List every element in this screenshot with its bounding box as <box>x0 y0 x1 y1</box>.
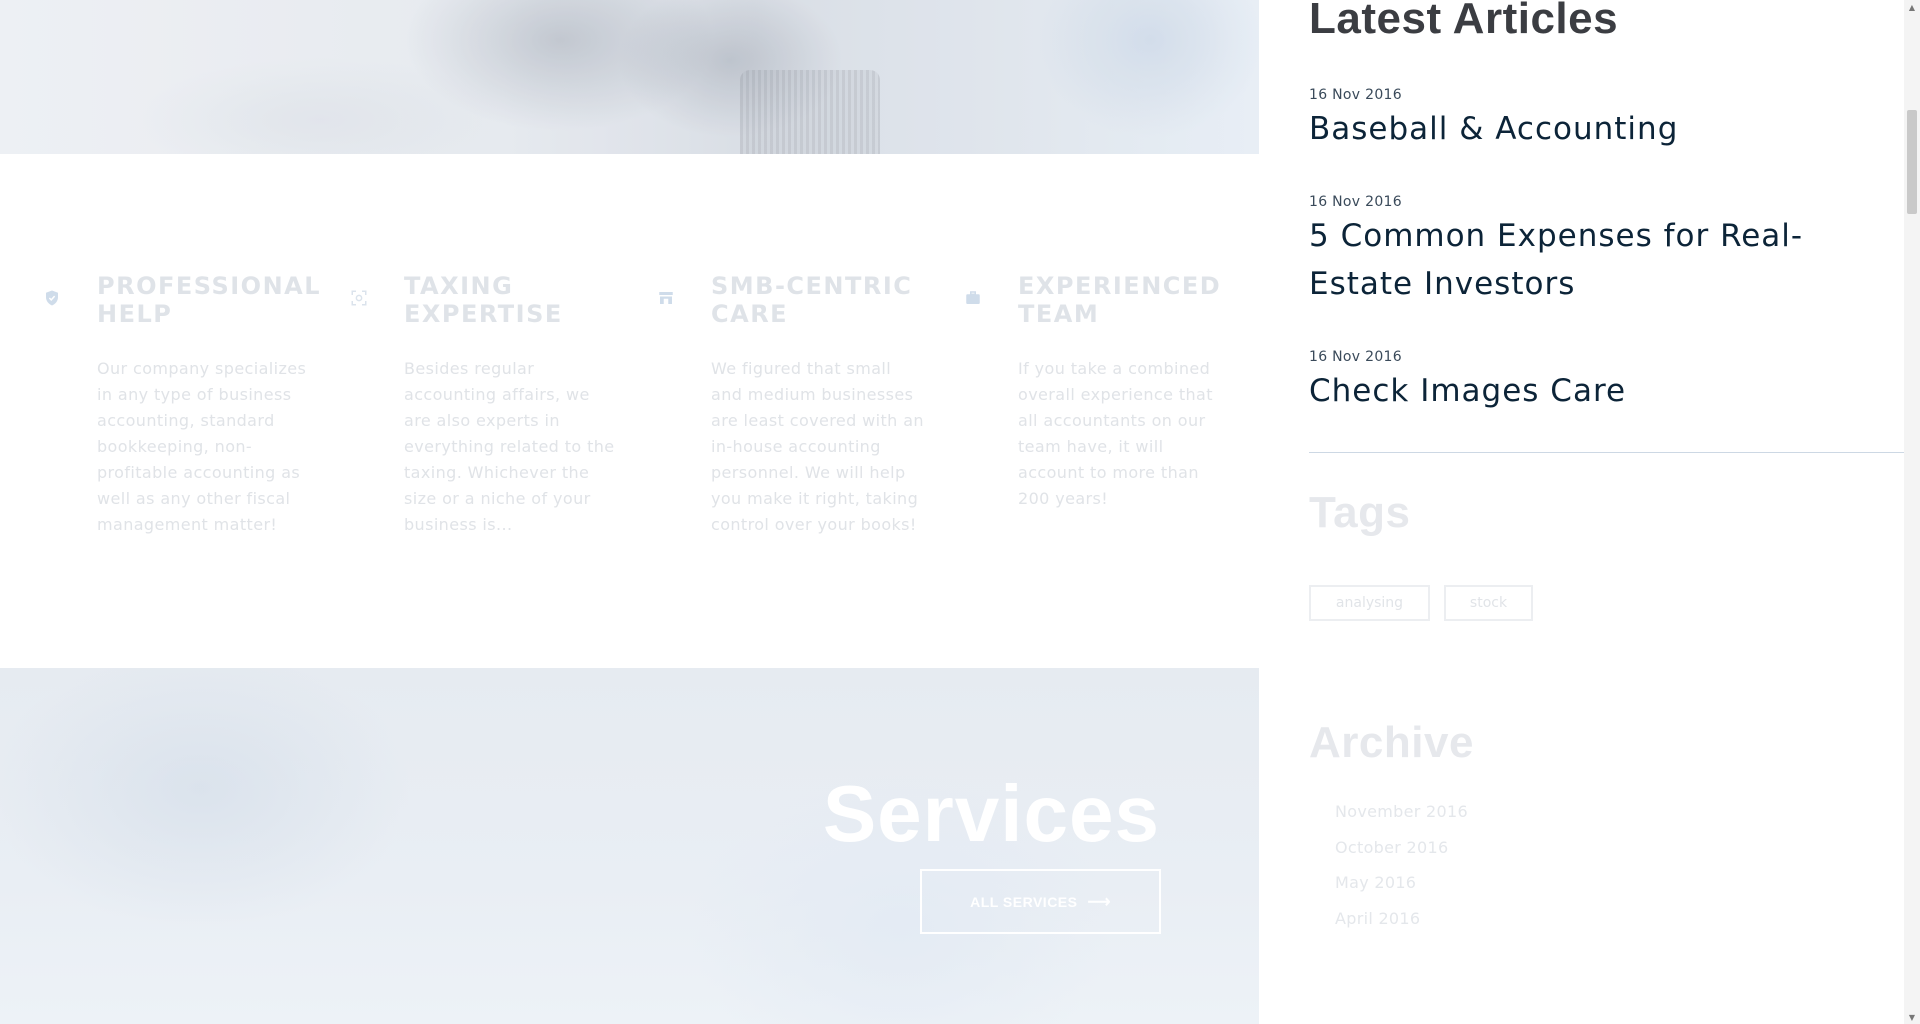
article-date: 16 Nov 2016 <box>1309 349 1402 365</box>
article-title-link[interactable]: 5 Common Expenses for Real-Estate Invest… <box>1309 212 1899 308</box>
scroll-up-arrow-icon[interactable]: ▲ <box>1904 0 1920 14</box>
shield-check-icon <box>42 288 62 308</box>
feature-text: Besides regular accounting affairs, we a… <box>404 359 615 534</box>
archive-title: Archive <box>1309 718 1474 767</box>
tags-title: Tags <box>1309 488 1411 537</box>
arrow-right-icon: ⟶ <box>1087 893 1111 911</box>
feature-title: EXPERIENCED TEAM <box>1018 272 1222 328</box>
feature-title: TAXING EXPERTISE <box>404 272 563 328</box>
article-item: 16 Nov 2016 Baseball & Accounting <box>1309 87 1899 153</box>
sidebar-divider <box>1309 452 1904 453</box>
vertical-scrollbar[interactable]: ▲ ▼ <box>1904 0 1920 1024</box>
feature-text: If you take a combined overall experienc… <box>1018 359 1213 508</box>
tag-analysing[interactable]: analysing <box>1309 585 1430 621</box>
briefcase-icon <box>963 288 983 308</box>
services-title: Services <box>822 769 1160 858</box>
archive-link[interactable]: April 2016 <box>1335 909 1420 928</box>
main-content: PROFESSIONAL HELP Our company specialize… <box>0 0 1259 1024</box>
feature-title: SMB-CENTRIC CARE <box>711 272 913 328</box>
focus-icon <box>349 288 369 308</box>
latest-articles-title: Latest Articles <box>1309 0 1619 43</box>
article-date: 16 Nov 2016 <box>1309 194 1402 210</box>
article-title-link[interactable]: Check Images Care <box>1309 367 1899 415</box>
archive-link[interactable]: October 2016 <box>1335 838 1448 857</box>
article-date: 16 Nov 2016 <box>1309 87 1402 103</box>
store-icon <box>656 288 676 308</box>
article-item: 16 Nov 2016 5 Common Expenses for Real-E… <box>1309 194 1899 308</box>
scrollbar-thumb[interactable] <box>1907 110 1917 214</box>
hero-image <box>0 0 1259 154</box>
services-section: Services ALL SERVICES ⟶ <box>0 668 1259 1024</box>
all-services-button[interactable]: ALL SERVICES ⟶ <box>920 869 1161 934</box>
feature-text: We figured that small and medium busines… <box>711 359 924 534</box>
tag-stock[interactable]: stock <box>1444 585 1533 621</box>
feature-title: PROFESSIONAL HELP <box>97 272 322 328</box>
feature-text: Our company specializes in any type of b… <box>97 359 307 534</box>
archive-link[interactable]: May 2016 <box>1335 873 1416 892</box>
article-title-link[interactable]: Baseball & Accounting <box>1309 105 1899 153</box>
archive-link[interactable]: November 2016 <box>1335 802 1468 821</box>
article-item: 16 Nov 2016 Check Images Care <box>1309 349 1899 415</box>
all-services-label: ALL SERVICES <box>970 893 1078 910</box>
sidebar: Latest Articles 16 Nov 2016 Baseball & A… <box>1259 0 1904 1024</box>
scroll-down-arrow-icon[interactable]: ▼ <box>1904 1010 1920 1024</box>
